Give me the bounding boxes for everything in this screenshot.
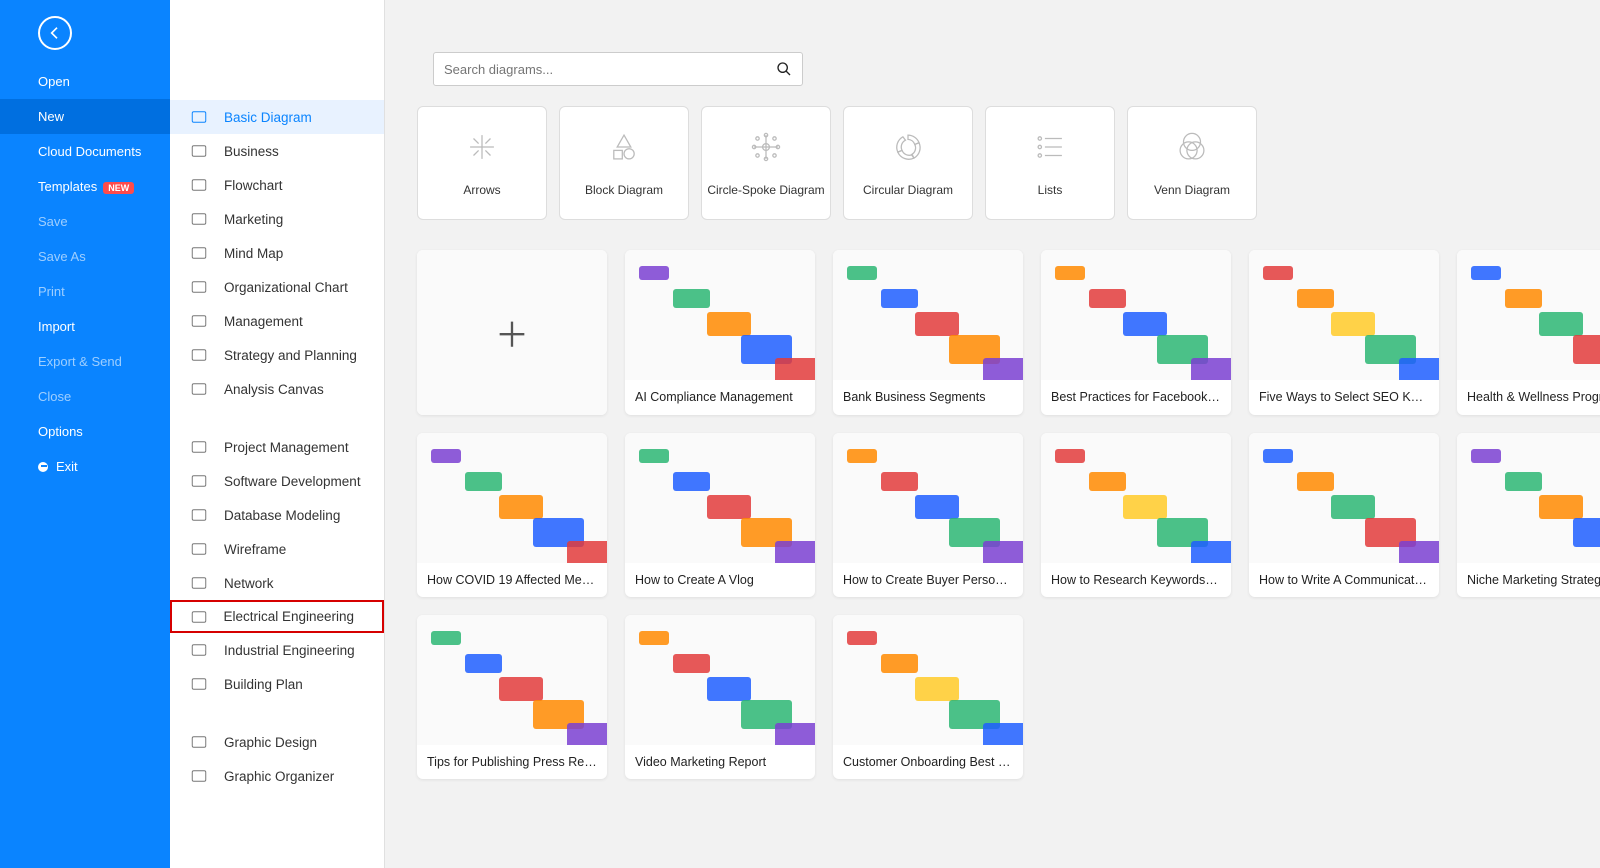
circle-spoke-diagram-icon (749, 130, 783, 169)
category-analysis-canvas[interactable]: Analysis Canvas (170, 372, 384, 406)
template-caption: Video Marketing Report (625, 745, 815, 779)
template-caption: How to Research Keywords for S... (1041, 563, 1231, 597)
block-diagram-icon (607, 130, 641, 169)
type-block-diagram[interactable]: Block Diagram (559, 106, 689, 220)
category-mind-map[interactable]: Mind Map (170, 236, 384, 270)
category-management[interactable]: Management (170, 304, 384, 338)
template-thumbnail (833, 615, 1023, 745)
type-circle-spoke-diagram[interactable]: Circle-Spoke Diagram (701, 106, 831, 220)
template-thumbnail (417, 615, 607, 745)
template-caption: Best Practices for Facebook Live (1041, 380, 1231, 414)
nav-options[interactable]: Options (0, 414, 170, 449)
nav-save-as[interactable]: Save As (0, 239, 170, 274)
template-thumbnail (625, 433, 815, 563)
template-caption: Niche Marketing Strategy Tips (1457, 563, 1600, 597)
blank-template[interactable]: ＋ (417, 250, 607, 415)
category-marketing[interactable]: Marketing (170, 202, 384, 236)
template-grid: ＋ AI Compliance Management Bank Business S… (417, 250, 1588, 779)
template-customer-onboarding-best-prac[interactable]: Customer Onboarding Best Prac... (833, 615, 1023, 779)
template-thumbnail (625, 615, 815, 745)
nav-print[interactable]: Print (0, 274, 170, 309)
template-thumbnail (1249, 433, 1439, 563)
category-organizational-chart[interactable]: Organizational Chart (170, 270, 384, 304)
arrows-icon (465, 130, 499, 169)
template-caption: Five Ways to Select SEO Keywords (1249, 380, 1439, 414)
template-thumbnail (417, 433, 607, 563)
template-thumbnail (1457, 433, 1600, 563)
category-graphic-organizer[interactable]: Graphic Organizer (170, 759, 384, 793)
search-box[interactable] (433, 52, 803, 86)
category-network[interactable]: Network (170, 566, 384, 600)
category-industrial-engineering[interactable]: Industrial Engineering (170, 633, 384, 667)
template-thumbnail (833, 433, 1023, 563)
nav-import[interactable]: Import (0, 309, 170, 344)
diagram-type-row: ArrowsBlock DiagramCircle-Spoke DiagramC… (417, 106, 1588, 220)
template-thumbnail (833, 250, 1023, 380)
nav-close[interactable]: Close (0, 379, 170, 414)
template-caption: Tips for Publishing Press Releases (417, 745, 607, 779)
template-best-practices-for-facebook-live[interactable]: Best Practices for Facebook Live (1041, 250, 1231, 415)
template-tips-for-publishing-press-releases[interactable]: Tips for Publishing Press Releases (417, 615, 607, 779)
lists-icon (1033, 130, 1067, 169)
nav-templates[interactable]: TemplatesNEW (0, 169, 170, 204)
main-content: ArrowsBlock DiagramCircle-Spoke DiagramC… (385, 0, 1600, 868)
template-how-to-create-buyer-personas[interactable]: How to Create Buyer Personas (833, 433, 1023, 597)
nav-exit[interactable]: Exit (0, 449, 170, 484)
template-caption: AI Compliance Management (625, 380, 815, 414)
template-niche-marketing-strategy-tips[interactable]: Niche Marketing Strategy Tips (1457, 433, 1600, 597)
template-caption: How to Create A Vlog (625, 563, 815, 597)
template-caption: Customer Onboarding Best Prac... (833, 745, 1023, 779)
new-badge: NEW (103, 182, 134, 194)
circular-diagram-icon (891, 130, 925, 169)
nav-export-send[interactable]: Export & Send (0, 344, 170, 379)
template-caption: How to Write A Communication... (1249, 563, 1439, 597)
type-arrows[interactable]: Arrows (417, 106, 547, 220)
category-graphic-design[interactable]: Graphic Design (170, 725, 384, 759)
category-electrical-engineering[interactable]: Electrical Engineering (170, 600, 384, 633)
template-how-to-research-keywords-for-s[interactable]: How to Research Keywords for S... (1041, 433, 1231, 597)
search-input[interactable] (444, 62, 776, 77)
template-caption: How COVID 19 Affected Megatr... (417, 563, 607, 597)
template-caption: Bank Business Segments (833, 380, 1023, 414)
venn-diagram-icon (1175, 130, 1209, 169)
category-flowchart[interactable]: Flowchart (170, 168, 384, 202)
category-wireframe[interactable]: Wireframe (170, 532, 384, 566)
category-business[interactable]: Business (170, 134, 384, 168)
template-how-to-write-a-communication[interactable]: How to Write A Communication... (1249, 433, 1439, 597)
template-how-to-create-a-vlog[interactable]: How to Create A Vlog (625, 433, 815, 597)
nav-save[interactable]: Save (0, 204, 170, 239)
template-five-ways-to-select-seo-keywords[interactable]: Five Ways to Select SEO Keywords (1249, 250, 1439, 415)
category-database-modeling[interactable]: Database Modeling (170, 498, 384, 532)
template-caption: How to Create Buyer Personas (833, 563, 1023, 597)
template-thumbnail (1041, 250, 1231, 380)
search-icon (776, 61, 792, 77)
category-software-development[interactable]: Software Development (170, 464, 384, 498)
template-thumbnail (1041, 433, 1231, 563)
nav-open[interactable]: Open (0, 64, 170, 99)
category-strategy-and-planning[interactable]: Strategy and Planning (170, 338, 384, 372)
category-basic-diagram[interactable]: Basic Diagram (170, 100, 384, 134)
nav-cloud-documents[interactable]: Cloud Documents (0, 134, 170, 169)
template-thumbnail (1249, 250, 1439, 380)
plus-icon: ＋ (495, 308, 529, 357)
template-thumbnail (625, 250, 815, 380)
template-health-wellness-progress-rep[interactable]: Health & Wellness Progress Rep... (1457, 250, 1600, 415)
template-thumbnail (1457, 250, 1600, 380)
type-venn-diagram[interactable]: Venn Diagram (1127, 106, 1257, 220)
template-caption: Health & Wellness Progress Rep... (1457, 380, 1600, 414)
category-panel: Basic DiagramBusinessFlowchartMarketingM… (170, 0, 385, 868)
file-menu-sidebar: Open New Cloud Documents TemplatesNEW Sa… (0, 0, 170, 868)
arrow-left-icon (47, 25, 63, 41)
nav-new[interactable]: New (0, 99, 170, 134)
template-how-covid-19-affected-megatr[interactable]: How COVID 19 Affected Megatr... (417, 433, 607, 597)
back-button[interactable] (38, 16, 72, 50)
category-building-plan[interactable]: Building Plan (170, 667, 384, 701)
template-video-marketing-report[interactable]: Video Marketing Report (625, 615, 815, 779)
template-bank-business-segments[interactable]: Bank Business Segments (833, 250, 1023, 415)
type-lists[interactable]: Lists (985, 106, 1115, 220)
template-ai-compliance-management[interactable]: AI Compliance Management (625, 250, 815, 415)
category-project-management[interactable]: Project Management (170, 430, 384, 464)
type-circular-diagram[interactable]: Circular Diagram (843, 106, 973, 220)
